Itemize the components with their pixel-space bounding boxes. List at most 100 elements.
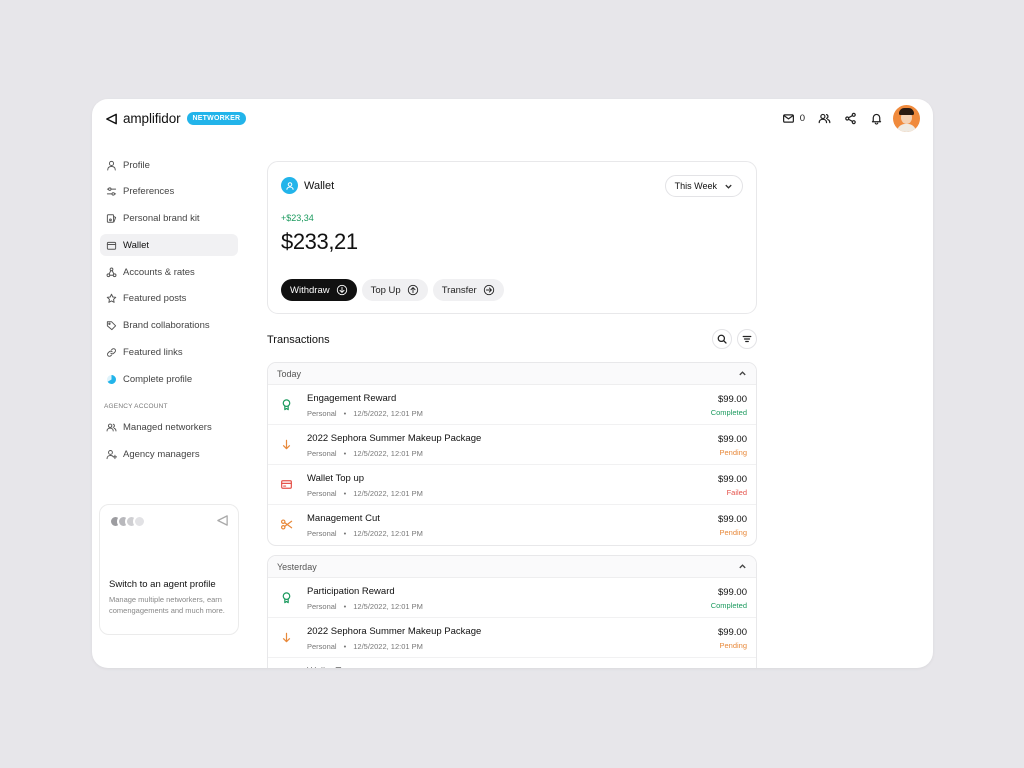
- transaction-date: 12/5/2022, 12:01 PM: [353, 409, 423, 418]
- sidebar-item-label: Wallet: [123, 239, 150, 251]
- mail-button[interactable]: 0: [782, 104, 805, 132]
- group-header[interactable]: Today: [268, 363, 756, 385]
- transaction-status: Completed: [710, 408, 747, 417]
- withdraw-label: Withdraw: [290, 284, 330, 296]
- transaction-title: Management Cut: [307, 513, 380, 524]
- transfer-button[interactable]: Transfer: [432, 279, 504, 301]
- transactions-header: Transactions: [267, 314, 757, 362]
- transaction-meta: Personal • 12/5/2022, 12:01 PM: [307, 409, 423, 418]
- transaction-group: Today Engagement Reward Personal • 12/5/2022…: [267, 362, 757, 546]
- sidebar-item-profile[interactable]: Profile: [100, 154, 238, 176]
- transaction-row[interactable]: Participation Reward Personal • 12/5/2022, …: [268, 578, 756, 618]
- arrow-down-icon: [280, 631, 293, 644]
- transaction-title: Engagement Reward: [307, 393, 397, 404]
- transaction-meta: Personal • 12/5/2022, 12:01 PM: [307, 602, 423, 611]
- group-header[interactable]: Yesterday: [268, 556, 756, 578]
- card-icon: [280, 478, 293, 491]
- agent-profile-card[interactable]: Switch to an agent profile Manage multip…: [99, 504, 239, 635]
- notifications-button[interactable]: [870, 104, 883, 132]
- sidebar-item-wallet[interactable]: Wallet: [100, 234, 238, 257]
- wallet-title: Wallet: [304, 179, 335, 192]
- sidebar-item-label: Featured posts: [123, 293, 187, 305]
- agent-card-description: Manage multiple networkers, earn comenga…: [109, 595, 225, 615]
- sidebar-item-label: Personal brand kit: [123, 213, 200, 225]
- main-content: Wallet This Week +$23,34 $233,21 Withdra…: [267, 161, 757, 668]
- transaction-groups: Today Engagement Reward Personal • 12/5/2022…: [267, 362, 757, 668]
- filter-button[interactable]: [737, 329, 757, 349]
- share-icon: [845, 112, 856, 124]
- sidebar-item-brand-kit[interactable]: Personal brand kit: [100, 208, 238, 230]
- period-select[interactable]: This Week: [664, 175, 743, 197]
- transaction-title: 2022 Sephora Summer Makeup Package: [307, 626, 482, 637]
- transaction-status: Pending: [719, 528, 747, 537]
- bell-icon: [871, 113, 882, 125]
- top-up-button[interactable]: Top Up: [361, 279, 428, 301]
- group-label: Today: [277, 368, 302, 379]
- users-button[interactable]: [818, 104, 831, 132]
- transaction-type: Personal: [307, 449, 337, 458]
- reward-icon: [280, 591, 293, 604]
- transaction-group: Yesterday Participation Reward Personal • 12…: [267, 555, 757, 668]
- arrow-down-icon: [280, 438, 293, 451]
- withdraw-button[interactable]: Withdraw: [281, 279, 357, 301]
- transaction-title: Participation Reward: [307, 586, 395, 597]
- tag-icon: [106, 321, 117, 331]
- avatar[interactable]: [893, 104, 920, 132]
- transaction-date: 12/5/2022, 12:01 PM: [353, 642, 423, 651]
- sidebar-item-label: Accounts & rates: [123, 266, 195, 278]
- agent-avatars: [109, 515, 146, 528]
- network-icon: [106, 267, 117, 277]
- wallet-card: Wallet This Week +$23,34 $233,21 Withdra…: [267, 161, 757, 314]
- transaction-type: Personal: [307, 489, 337, 498]
- wallet-avatar-icon: [281, 177, 298, 194]
- sidebar-item-label: Preferences: [123, 186, 175, 198]
- mail-icon: [782, 113, 794, 123]
- chevron-up-icon: [739, 371, 746, 376]
- sidebar-item-managed-networkers[interactable]: Managed networkers: [100, 416, 238, 438]
- transaction-row[interactable]: 2022 Sephora Summer Makeup Package Person…: [268, 425, 756, 465]
- sidebar-item-preferences[interactable]: Preferences: [100, 181, 238, 203]
- sidebar-item-collaborations[interactable]: Brand collaborations: [100, 315, 238, 337]
- wallet-header: Wallet: [281, 177, 334, 194]
- transaction-type: Personal: [307, 642, 337, 651]
- transaction-title: Wallet Top up: [307, 666, 364, 668]
- star-icon: [106, 294, 117, 304]
- link-icon: [107, 348, 116, 357]
- transaction-row[interactable]: 2022 Sephora Summer Makeup Package Person…: [268, 618, 756, 658]
- transaction-status: Completed: [710, 601, 747, 610]
- sidebar-item-complete-profile[interactable]: Complete profile: [100, 368, 238, 390]
- transaction-amount: $99.00: [717, 514, 747, 525]
- top-bar: amplifidor NETWORKER 0: [92, 99, 933, 139]
- share-button[interactable]: [844, 104, 857, 132]
- balance-delta: +$23,34: [281, 213, 314, 223]
- brand-kit-icon: [106, 214, 117, 223]
- transaction-date: 12/5/2022, 12:01 PM: [353, 529, 423, 538]
- transaction-row[interactable]: Management Cut Personal • 12/5/2022, 12:01 …: [268, 505, 756, 545]
- transaction-title: 2022 Sephora Summer Makeup Package: [307, 433, 482, 444]
- search-button[interactable]: [712, 329, 732, 349]
- chevron-up-icon: [739, 564, 746, 569]
- app-window: amplifidor NETWORKER 0 Profile Preferenc…: [92, 99, 933, 668]
- transaction-row[interactable]: Wallet Top upPersonal•12/5/2022, 12:01 P…: [268, 465, 756, 505]
- transaction-amount: $99.00: [717, 627, 747, 638]
- sidebar-item-label: Complete profile: [123, 373, 193, 385]
- transfer-label: Transfer: [441, 284, 477, 296]
- sidebar-item-label: Featured links: [123, 347, 183, 359]
- sidebar-item-label: Managed networkers: [123, 421, 212, 433]
- sliders-icon: [106, 187, 117, 196]
- sidebar-item-featured-posts[interactable]: Featured posts: [100, 288, 238, 310]
- wallet-actions: Withdraw Top Up Transfer: [281, 279, 509, 301]
- transaction-date: 12/5/2022, 12:01 PM: [353, 489, 423, 498]
- sidebar-item-label: Brand collaborations: [123, 320, 210, 332]
- scissors-icon: [280, 518, 293, 531]
- transaction-amount: $99.00: [717, 394, 747, 405]
- sidebar-item-featured-links[interactable]: Featured links: [100, 342, 238, 364]
- transaction-row[interactable]: Wallet Top upPersonal•12/5/2022, 12:01 P…: [268, 658, 756, 668]
- brand[interactable]: amplifidor NETWORKER: [105, 111, 247, 126]
- sidebar-item-accounts[interactable]: Accounts & rates: [100, 261, 238, 283]
- transactions-title: Transactions: [267, 334, 330, 346]
- sidebar-item-agency-managers[interactable]: Agency managers: [100, 443, 238, 465]
- top-up-label: Top Up: [370, 284, 401, 296]
- transaction-row[interactable]: Engagement Reward Personal • 12/5/2022, 12:…: [268, 385, 756, 425]
- filter-icon: [742, 335, 752, 343]
